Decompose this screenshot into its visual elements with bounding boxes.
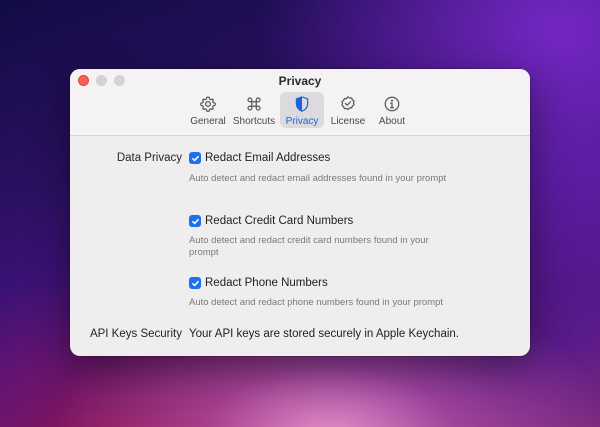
- tab-label: License: [330, 116, 366, 127]
- redact-credit-card-checkbox[interactable]: [189, 215, 201, 227]
- tab-label: Shortcuts: [232, 116, 276, 127]
- desktop-background: Privacy General Shortcuts Privacy Licens…: [0, 0, 600, 427]
- seal-check-icon: [341, 96, 355, 111]
- window-title: Privacy: [278, 74, 322, 88]
- window-titlebar: Privacy General Shortcuts Privacy Licens…: [70, 69, 530, 136]
- tab-shortcuts[interactable]: Shortcuts: [230, 92, 278, 128]
- tab-label: General: [190, 116, 226, 127]
- preferences-toolbar: General Shortcuts Privacy License About: [70, 92, 530, 128]
- checkmark-icon: [191, 155, 199, 161]
- redact-credit-card-description: Auto detect and redact credit card numbe…: [189, 235, 429, 258]
- redact-email-label: Redact Email Addresses: [205, 152, 331, 164]
- redact-credit-card-option[interactable]: Redact Credit Card Numbers: [189, 215, 353, 227]
- tab-general[interactable]: General: [188, 92, 228, 128]
- redact-email-option[interactable]: Redact Email Addresses: [189, 152, 330, 164]
- tab-privacy[interactable]: Privacy: [280, 92, 324, 128]
- data-privacy-label: Data Privacy: [116, 152, 182, 164]
- checkmark-icon: [191, 218, 199, 224]
- redact-credit-card-label: Redact Credit Card Numbers: [205, 215, 354, 227]
- redact-phone-option[interactable]: Redact Phone Numbers: [189, 277, 328, 289]
- checkmark-icon: [191, 280, 199, 286]
- redact-email-checkbox[interactable]: [189, 152, 201, 164]
- tab-about[interactable]: About: [372, 92, 412, 128]
- redact-email-description: Auto detect and redact email addresses f…: [189, 173, 447, 184]
- redact-phone-checkbox[interactable]: [189, 277, 201, 289]
- shield-icon: [295, 96, 309, 112]
- settings-window: Privacy General Shortcuts Privacy Licens…: [70, 69, 530, 356]
- gear-icon: [200, 96, 216, 112]
- tab-label: Privacy: [285, 116, 319, 127]
- tab-license[interactable]: License: [326, 92, 370, 128]
- tab-label: About: [378, 116, 406, 127]
- info-circle-icon: [384, 96, 400, 112]
- api-keys-security-label: API Keys Security: [89, 328, 182, 340]
- redact-phone-description: Auto detect and redact phone numbers fou…: [189, 297, 444, 308]
- redact-phone-label: Redact Phone Numbers: [205, 277, 328, 289]
- api-keys-security-text: Your API keys are stored securely in App…: [189, 328, 459, 340]
- command-key-icon: [247, 97, 261, 111]
